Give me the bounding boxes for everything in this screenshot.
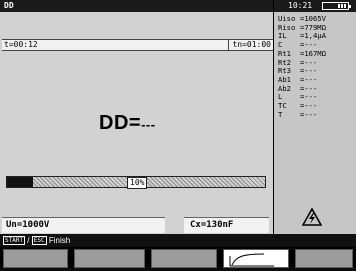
result-label: DD= bbox=[99, 112, 142, 134]
softkey-4[interactable] bbox=[223, 249, 289, 268]
reading-value: =1065V bbox=[300, 14, 326, 23]
start-key[interactable]: START bbox=[3, 236, 26, 245]
total-time: tn=01:00 bbox=[232, 40, 271, 49]
result-value: --- bbox=[141, 117, 156, 132]
progress-label: 10% bbox=[127, 177, 148, 189]
main-result: DD=--- bbox=[99, 112, 156, 135]
softkey-5[interactable] bbox=[295, 249, 353, 268]
reading-value: =167MΩ bbox=[300, 48, 326, 58]
graph-curve-icon bbox=[229, 253, 274, 267]
readings-panel: Uiso =1065V Riso =779MΩ IL =1,4µA C =--- Rt1 =167… bbox=[274, 12, 356, 234]
reading-value: =--- bbox=[300, 66, 318, 76]
reading-value: =1,4µA bbox=[300, 31, 326, 41]
timer-divider bbox=[228, 40, 229, 50]
elapsed-time: t=00:12 bbox=[4, 40, 38, 49]
high-voltage-warning-icon bbox=[302, 208, 322, 226]
clock: 10:21 bbox=[288, 1, 313, 10]
window-title: DD bbox=[0, 0, 273, 12]
measurement-panel: t=00:12 tn=01:00 DD=--- 10% Un=1000V Cx=… bbox=[0, 12, 273, 234]
reading-value: =--- bbox=[300, 57, 318, 67]
reading-value: =--- bbox=[300, 101, 318, 111]
reading-value: =--- bbox=[300, 109, 318, 119]
softkey-2[interactable] bbox=[74, 249, 145, 268]
battery-level bbox=[338, 4, 347, 8]
meter-screen: DD 10:21 t=00:12 tn=01:00 DD=--- 10% Un=… bbox=[0, 0, 356, 268]
reading-value: =779MΩ bbox=[300, 22, 326, 32]
progress-bar: 10% bbox=[6, 176, 266, 189]
battery-icon bbox=[322, 2, 351, 10]
reading-value: =--- bbox=[300, 74, 318, 84]
reading-value: =--- bbox=[300, 83, 318, 93]
capacitance: Cx=130nF bbox=[184, 217, 269, 233]
nominal-voltage: Un=1000V bbox=[2, 217, 165, 233]
softkey-1[interactable] bbox=[3, 249, 68, 268]
softkey-bar bbox=[0, 247, 356, 268]
esc-key[interactable]: ESC bbox=[31, 236, 47, 245]
reading-label: T bbox=[278, 109, 283, 119]
help-separator: / bbox=[27, 236, 30, 245]
battery-cap bbox=[349, 5, 351, 8]
help-bar: START / ESC Finish bbox=[0, 234, 356, 247]
reading-row: T =--- bbox=[278, 109, 326, 120]
timer-row: t=00:12 tn=01:00 bbox=[2, 39, 273, 51]
reading-value: =--- bbox=[300, 92, 318, 102]
softkey-3[interactable] bbox=[151, 249, 217, 268]
status-bar: 10:21 bbox=[274, 0, 356, 12]
reading-value: =--- bbox=[300, 40, 318, 50]
progress-fill bbox=[7, 177, 33, 187]
help-action: Finish bbox=[48, 236, 71, 245]
readings-list: Uiso =1065V Riso =779MΩ IL =1,4µA C =--- Rt1 =167… bbox=[278, 14, 326, 120]
